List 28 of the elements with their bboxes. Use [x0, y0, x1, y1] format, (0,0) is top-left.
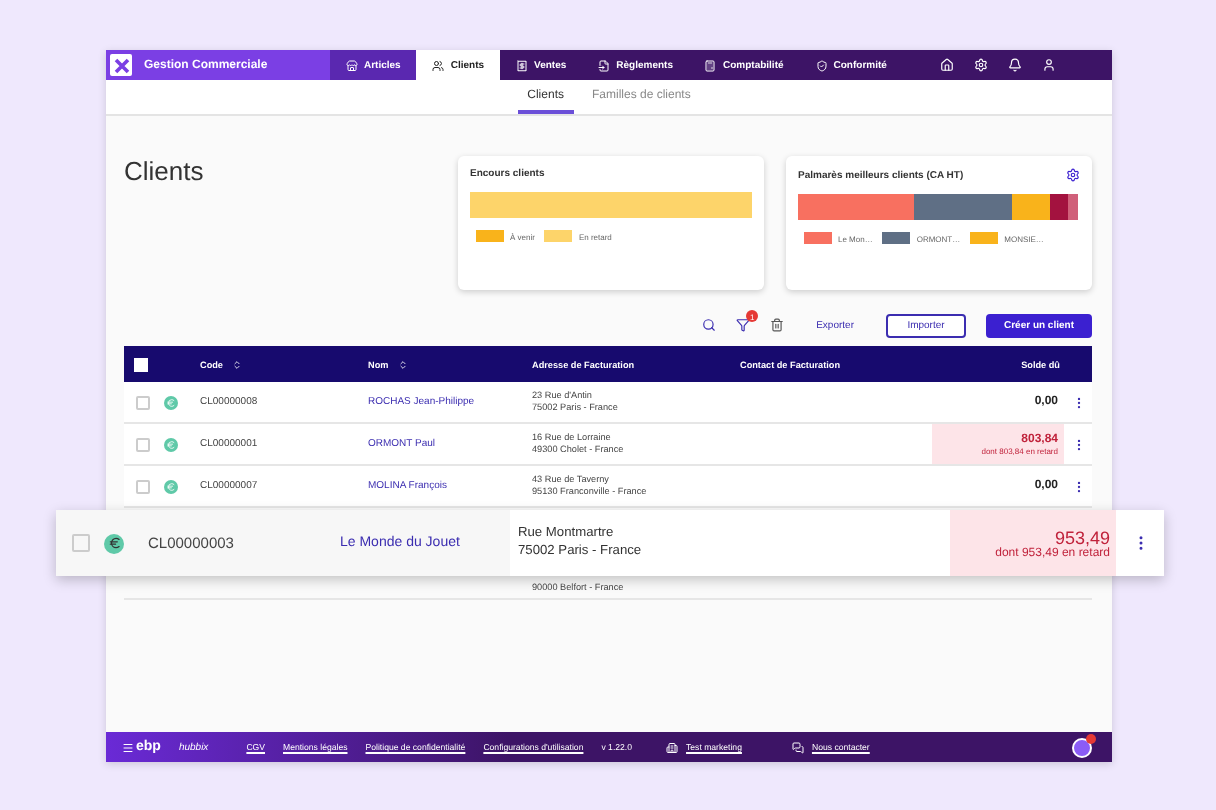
settings-icon[interactable]: [1066, 168, 1080, 182]
nav-icon: [815, 59, 828, 71]
row-checkbox[interactable]: [136, 437, 150, 451]
trash-icon[interactable]: [770, 318, 785, 332]
search-icon[interactable]: [702, 318, 717, 332]
euro-icon: [104, 533, 124, 553]
nav-icon: [346, 59, 358, 71]
assistant-avatar-icon[interactable]: [1072, 737, 1092, 757]
euro-icon: [164, 437, 178, 451]
row-checkbox[interactable]: [136, 479, 150, 493]
home-icon[interactable]: [940, 58, 954, 72]
sort-icon[interactable]: [398, 359, 409, 369]
row-checkbox[interactable]: [136, 395, 150, 409]
sort-icon[interactable]: [232, 359, 243, 369]
select-all-checkbox[interactable]: [134, 357, 148, 371]
filter-icon[interactable]: [736, 318, 751, 332]
building-icon: [666, 741, 679, 753]
euro-icon: [164, 395, 178, 409]
row-checkbox[interactable]: [72, 534, 90, 552]
euro-icon: [164, 479, 178, 493]
page-title: Clients: [124, 156, 206, 186]
nav-icon: [432, 59, 445, 71]
nav-icon: [516, 59, 529, 71]
nav-icon: [704, 59, 717, 71]
nav-icon: [598, 59, 611, 71]
bell-icon[interactable]: [1008, 58, 1022, 72]
chat-icon: [791, 741, 804, 753]
user-icon[interactable]: [1042, 58, 1056, 72]
